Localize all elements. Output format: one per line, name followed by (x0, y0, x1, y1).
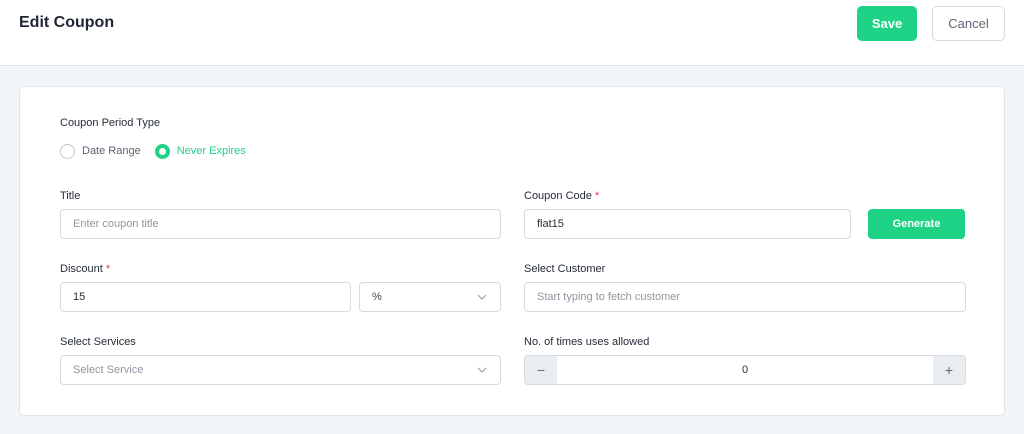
page-header: Edit Coupon Save Cancel (0, 0, 1024, 66)
save-button[interactable]: Save (857, 6, 917, 41)
coupon-code-label-text: Coupon Code (524, 190, 592, 202)
uses-allowed-label: No. of times uses allowed (524, 336, 650, 348)
decrement-button[interactable]: − (525, 356, 557, 384)
increment-button[interactable]: + (933, 356, 965, 384)
services-placeholder: Select Service (73, 364, 144, 376)
discount-type-select[interactable]: % (359, 282, 501, 312)
chevron-down-icon (477, 367, 487, 373)
required-mark: * (105, 263, 111, 275)
services-select[interactable]: Select Service (60, 355, 501, 385)
title-input[interactable] (60, 209, 501, 239)
coupon-code-label: Coupon Code * (524, 190, 599, 202)
title-label: Title (60, 190, 81, 202)
select-services-label: Select Services (60, 336, 136, 348)
chevron-down-icon (477, 294, 487, 300)
uses-allowed-stepper: − + (524, 355, 966, 385)
required-mark: * (594, 190, 600, 202)
cancel-button[interactable]: Cancel (932, 6, 1005, 41)
discount-type-value: % (372, 291, 382, 303)
coupon-code-input[interactable] (524, 209, 851, 239)
coupon-period-type-label: Coupon Period Type (60, 117, 161, 129)
radio-never-expires-circle[interactable] (154, 143, 170, 159)
coupon-form-card: Coupon Period Type Date Range Never Expi… (19, 86, 1005, 416)
radio-never-expires-label[interactable]: Never Expires (177, 145, 246, 157)
uses-allowed-input[interactable] (557, 356, 933, 384)
discount-input[interactable] (60, 282, 351, 312)
radio-date-range[interactable]: Date Range (60, 143, 141, 159)
select-customer-label: Select Customer (524, 263, 606, 275)
coupon-period-type-radio-group: Date Range Never Expires (60, 142, 260, 160)
radio-date-range-circle[interactable] (60, 143, 75, 159)
page-title: Edit Coupon (19, 14, 115, 31)
radio-date-range-label[interactable]: Date Range (82, 145, 141, 157)
customer-search-input[interactable] (524, 282, 966, 312)
discount-label: Discount * (60, 263, 110, 275)
radio-never-expires[interactable]: Never Expires (154, 143, 246, 159)
discount-label-text: Discount (60, 263, 103, 275)
generate-button[interactable]: Generate (868, 209, 965, 239)
